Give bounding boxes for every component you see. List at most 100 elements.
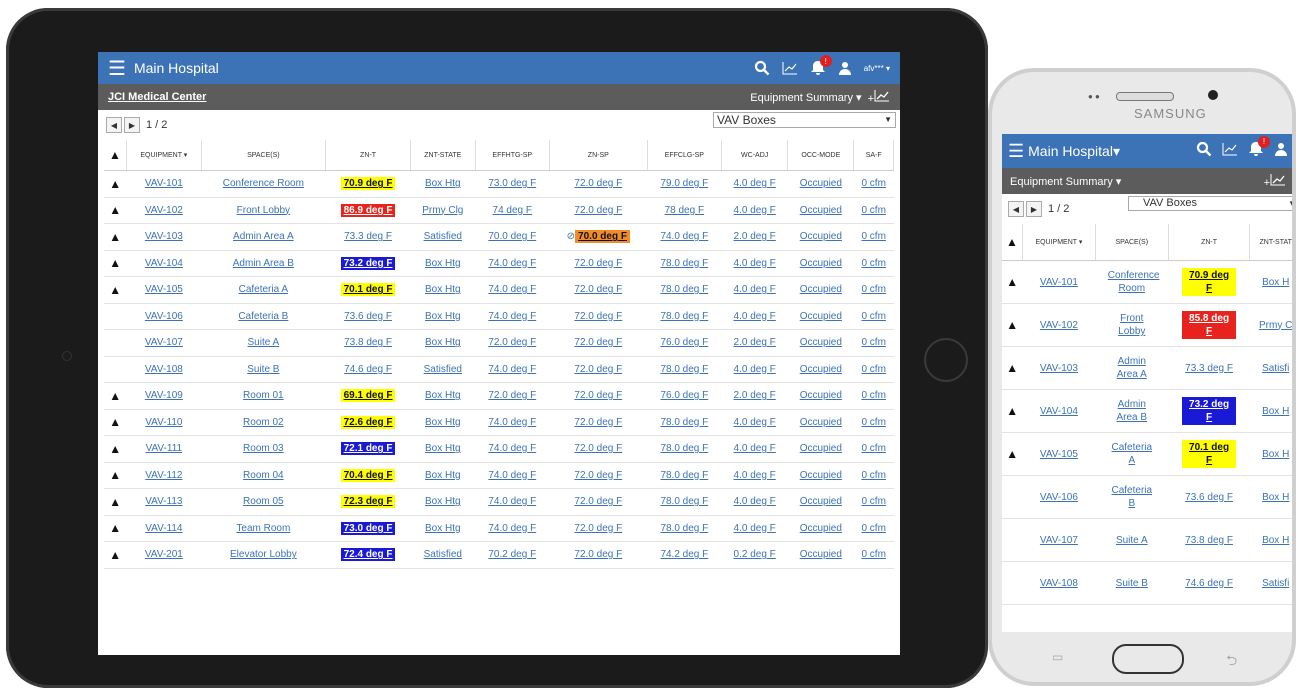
cell-htg-link[interactable]: 74.0 deg F [488,496,536,507]
cell-saf-link[interactable]: 0 cfm [861,337,885,348]
cell-space-link[interactable]: Elevator Lobby [230,549,297,560]
column-header-wc-adj[interactable]: WC-ADJ [721,140,789,171]
cell-eq-link[interactable]: VAV-111 [146,443,183,454]
cell-eq-link[interactable]: VAV-101 [145,178,183,189]
warning-triangle-icon[interactable]: ▲ [1006,275,1018,289]
cell-state-link[interactable]: Box Htg [425,390,461,401]
cell-occ-link[interactable]: Occupied [800,284,842,295]
cell-eq-link[interactable]: VAV-102 [1040,320,1078,331]
cell-saf-link[interactable]: 0 cfm [861,178,885,189]
cell-wc-link[interactable]: 4.0 deg F [734,523,776,534]
cell-saf-link[interactable]: 0 cfm [861,311,885,322]
user-icon[interactable] [838,61,852,75]
cell-htg-link[interactable]: 70.0 deg F [488,231,536,242]
cell-space-link[interactable]: Admin Area B [1108,398,1156,424]
cell-space-link[interactable]: Room 04 [243,470,284,481]
cell-state-link[interactable]: Satisfied [424,549,462,560]
cell-occ-link[interactable]: Occupied [800,470,842,481]
cell-htg-link[interactable]: 74.0 deg F [488,284,536,295]
cell-saf-link[interactable]: 0 cfm [861,443,885,454]
recent-apps-button[interactable]: ▭ [1052,650,1063,664]
equipment-type-select[interactable]: VAV Boxes ▼ [713,112,896,128]
cell-occ-link[interactable]: Occupied [800,205,842,216]
breadcrumb-site-link[interactable]: JCI Medical Center [108,91,206,103]
cell-htg-link[interactable]: 74.0 deg F [488,443,536,454]
cell-saf-link[interactable]: 0 cfm [861,549,885,560]
cell-znt-link[interactable]: 72.6 deg F [340,415,396,429]
cell-znt-link[interactable]: 73.8 deg F [1185,534,1233,547]
cell-clg-link[interactable]: 78.0 deg F [660,258,708,269]
next-page-button[interactable]: ▶ [124,117,140,133]
cell-eq-link[interactable]: VAV-106 [1040,492,1078,503]
cell-znsp-link[interactable]: 72.0 deg F [574,470,622,481]
cell-saf-link[interactable]: 0 cfm [861,284,885,295]
cell-znt-link[interactable]: 74.6 deg F [344,364,392,375]
cell-state-link[interactable]: Satisfied [424,231,462,242]
cell-clg-link[interactable]: 78.0 deg F [660,470,708,481]
cell-znsp-link[interactable]: 72.0 deg F [574,549,622,560]
cell-wc-link[interactable]: 4.0 deg F [734,496,776,507]
column-header-equipment[interactable]: EQUIPMENT ▾ [126,140,202,171]
warning-triangle-icon[interactable]: ▲ [109,256,121,270]
warning-triangle-icon[interactable]: ▲ [109,521,121,535]
warning-triangle-icon[interactable]: ▲ [1006,447,1018,461]
app-title[interactable]: Main Hospital [134,60,219,76]
cell-clg-link[interactable]: 79.0 deg F [660,178,708,189]
cell-occ-link[interactable]: Occupied [800,311,842,322]
table-row[interactable]: ▲ VAV-112 Room 04 70.4 deg F Box Htg 74.0 deg… [104,462,894,489]
warning-triangle-icon[interactable]: ▲ [109,177,121,191]
user-menu[interactable]: afv*** ▾ [864,64,890,73]
cell-eq-link[interactable]: VAV-104 [1040,406,1078,417]
table-row[interactable]: ▲ VAV-103 Admin Area A 73.3 deg F Satisfied 7… [104,223,894,251]
cell-occ-link[interactable]: Occupied [800,258,842,269]
cell-wc-link[interactable]: 4.0 deg F [734,470,776,481]
column-header-zn-t[interactable]: ZN-T [1168,224,1251,261]
warning-triangle-icon[interactable]: ▲ [109,415,121,429]
cell-space-link[interactable]: Conference Room [223,178,304,189]
cell-eq-link[interactable]: VAV-107 [145,337,183,348]
cell-znsp-link[interactable]: 72.0 deg F [574,284,622,295]
cell-space-link[interactable]: Suite B [1116,577,1148,590]
user-icon[interactable] [1274,141,1288,161]
table-row[interactable]: ▲ VAV-111 Room 03 72.1 deg F Box Htg 74.0 deg… [104,435,894,463]
cell-htg-link[interactable]: 74.0 deg F [488,470,536,481]
warning-triangle-icon[interactable]: ▲ [1006,318,1018,332]
cell-state-link[interactable]: Box H [1262,277,1289,288]
cell-eq-link[interactable]: VAV-103 [1040,363,1078,374]
cell-znt-link[interactable]: 69.1 deg F [340,389,396,403]
table-row[interactable]: ▲ VAV-101 Conference Room 70.9 deg F Box Htg… [104,170,894,198]
table-row[interactable]: ▲ VAV-113 Room 05 72.3 deg F Box Htg 74.0 deg… [104,488,894,516]
column-header-sa-f[interactable]: SA-F [853,140,894,171]
cell-occ-link[interactable]: Occupied [800,337,842,348]
phone-home-button[interactable] [1112,644,1184,674]
table-row[interactable]: ▲ VAV-105 Cafeteria A 70.1 deg F Box Htg 74.0… [104,276,894,304]
table-row[interactable]: ▲ VAV-201 Elevator Lobby 72.4 deg F Satisfie… [104,541,894,569]
cell-space-link[interactable]: Room 01 [243,390,284,401]
next-page-button[interactable]: ▶ [1026,201,1042,217]
cell-htg-link[interactable]: 74.0 deg F [488,311,536,322]
cell-znt-link[interactable]: 70.1 deg F [1182,440,1237,468]
cell-znt-link[interactable]: 70.4 deg F [340,468,396,482]
warning-triangle-icon[interactable]: ▲ [1006,404,1018,418]
cell-state-link[interactable]: Box H [1262,492,1289,503]
cell-eq-link[interactable]: VAV-107 [1040,535,1078,546]
cell-occ-link[interactable]: Occupied [800,364,842,375]
table-row[interactable]: ▲ VAV-102 Front Lobby 86.9 deg F Prmy Clg 74 … [104,197,894,224]
cell-clg-link[interactable]: 78 deg F [665,205,704,216]
hamburger-menu-icon[interactable]: ☰ [1008,141,1024,162]
cell-space-link[interactable]: Admin Area A [233,231,294,242]
column-header-space-s-[interactable]: SPACE(S) [201,140,327,171]
view-menu-dropdown[interactable]: Equipment Summary ▾ [750,91,861,104]
cell-clg-link[interactable]: 78.0 deg F [660,523,708,534]
cell-wc-link[interactable]: 4.0 deg F [734,205,776,216]
cell-znt-link[interactable]: 73.0 deg F [340,521,396,535]
cell-eq-link[interactable]: VAV-105 [145,284,183,295]
column-header-space-s-[interactable]: SPACE(S) [1095,224,1169,261]
cell-znsp-link[interactable]: 72.0 deg F [574,311,622,322]
cell-clg-link[interactable]: 78.0 deg F [660,443,708,454]
cell-saf-link[interactable]: 0 cfm [861,417,885,428]
cell-state-link[interactable]: Box H [1262,449,1289,460]
cell-saf-link[interactable]: 0 cfm [861,364,885,375]
cell-htg-link[interactable]: 72.0 deg F [488,337,536,348]
cell-state-link[interactable]: Satisfied [424,364,462,375]
